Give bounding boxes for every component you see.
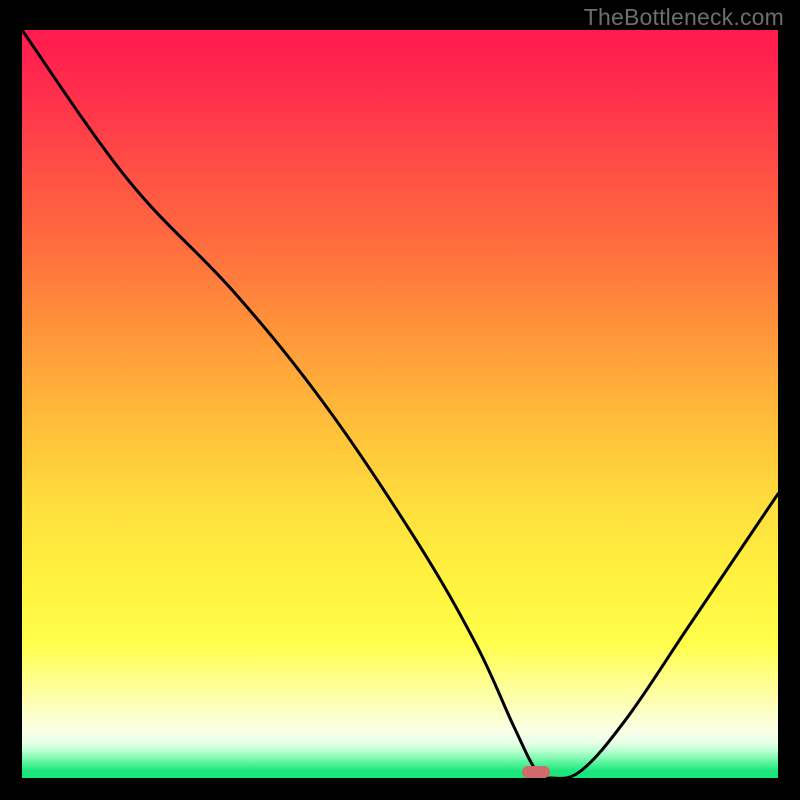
optimal-marker [522,766,550,778]
watermark-text: TheBottleneck.com [584,4,784,31]
plot-area [22,30,778,778]
chart-frame: TheBottleneck.com [0,0,800,800]
bottleneck-curve [22,30,778,778]
